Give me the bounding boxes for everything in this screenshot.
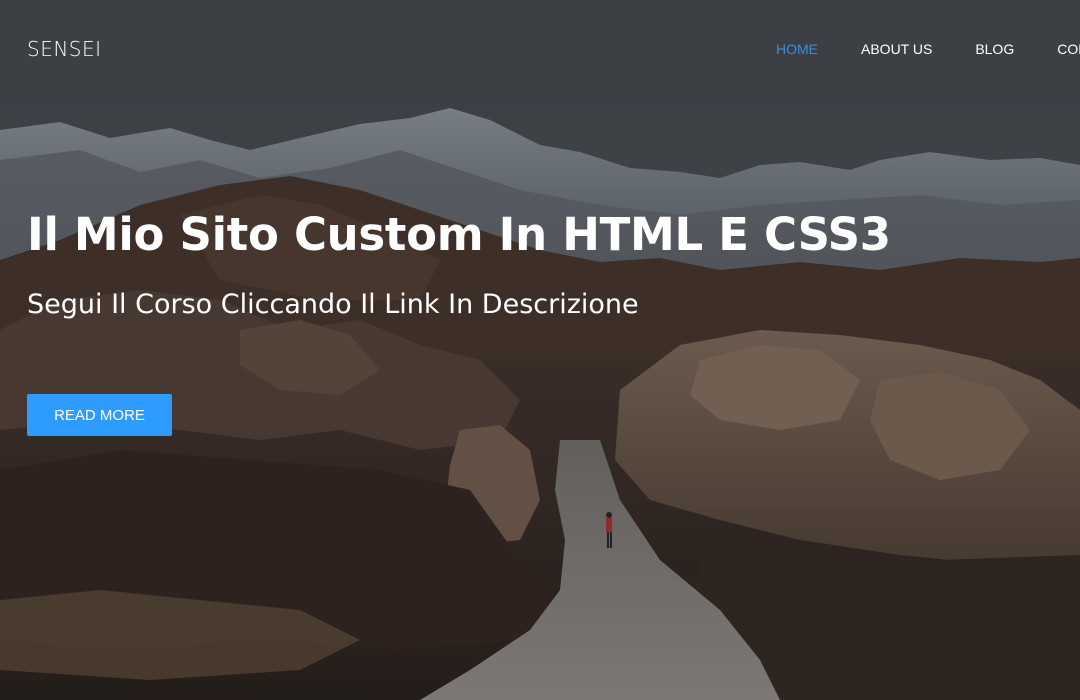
hero-subtitle: Segui Il Corso Cliccando Il Link In Desc… <box>27 289 639 320</box>
main-menu: HOME ABOUT US BLOG CONTACT <box>776 41 1080 57</box>
top-navigation: SENSEI HOME ABOUT US BLOG CONTACT <box>0 0 1080 98</box>
nav-item-about-us[interactable]: ABOUT US <box>861 41 932 57</box>
read-more-button[interactable]: READ MORE <box>27 394 172 436</box>
hero-section: SENSEI HOME ABOUT US BLOG CONTACT Il Mio… <box>0 0 1080 700</box>
hero-background-image <box>0 0 1080 700</box>
nav-item-home[interactable]: HOME <box>776 41 818 57</box>
brand-logo[interactable]: SENSEI <box>27 37 102 61</box>
hero-title: Il Mio Sito Custom In HTML E CSS3 <box>27 208 891 261</box>
nav-item-blog[interactable]: BLOG <box>975 41 1014 57</box>
nav-item-contact[interactable]: CONTACT <box>1057 41 1080 57</box>
